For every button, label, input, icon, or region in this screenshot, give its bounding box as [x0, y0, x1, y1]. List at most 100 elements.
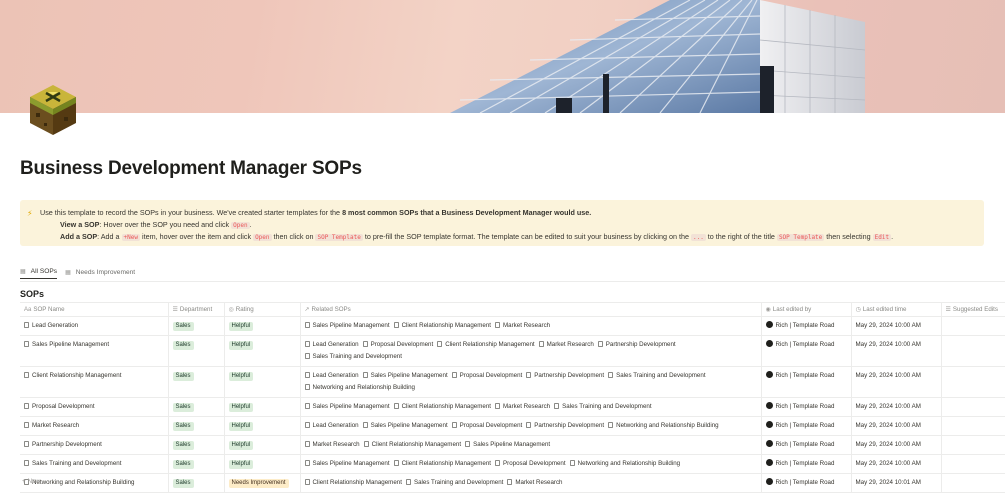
- cell-related[interactable]: Lead Generation Sales Pipeline Management…: [299, 416, 761, 436]
- cell-edited-time[interactable]: May 29, 2024 10:01 AM: [850, 473, 941, 493]
- cell-department[interactable]: Sales: [167, 473, 224, 493]
- related-sop-link[interactable]: Partnership Development: [526, 370, 604, 382]
- related-sop-link[interactable]: Proposal Development: [451, 370, 522, 382]
- related-sop-link[interactable]: Client Relationship Management: [393, 320, 491, 332]
- related-sop-link[interactable]: Market Research: [495, 320, 550, 332]
- cell-edited-time[interactable]: May 29, 2024 10:00 AM: [850, 335, 941, 367]
- related-sop-link[interactable]: Partnership Development: [526, 420, 604, 432]
- cell-rating[interactable]: Helpful: [223, 366, 300, 398]
- related-sop-link[interactable]: Sales Training and Development: [608, 370, 706, 382]
- cell-rating[interactable]: Helpful: [223, 335, 300, 367]
- related-sop-link[interactable]: Market Research: [495, 401, 550, 413]
- cell-suggested[interactable]: [940, 397, 1005, 417]
- cell-edited-by[interactable]: Rich | Template Road: [760, 397, 851, 417]
- cell-rating[interactable]: Needs Improvement: [223, 473, 300, 493]
- cell-suggested[interactable]: [940, 454, 1005, 474]
- cell-suggested[interactable]: [940, 335, 1005, 367]
- cell-edited-by[interactable]: Rich | Template Road: [760, 454, 851, 474]
- related-sop-link[interactable]: Sales Pipeline Management: [304, 458, 390, 470]
- column-header-rating[interactable]: ◎ Rating: [223, 302, 300, 317]
- related-sop-link[interactable]: Client Relationship Management: [437, 339, 535, 351]
- related-sop-link[interactable]: Sales Pipeline Management: [362, 420, 448, 432]
- tab-all-sops[interactable]: ▦ All SOPs: [20, 268, 58, 279]
- cell-related[interactable]: Market Research Client Relationship Manag…: [299, 435, 761, 455]
- column-header-edited-time[interactable]: ◷ Last edited time: [850, 302, 941, 317]
- cell-edited-by[interactable]: Rich | Template Road: [760, 335, 851, 367]
- cell-edited-time[interactable]: May 29, 2024 10:00 AM: [850, 416, 941, 436]
- cell-name[interactable]: Sales Training and Development: [20, 454, 168, 474]
- cell-edited-time[interactable]: May 29, 2024 10:00 AM: [850, 454, 941, 474]
- related-sop-link[interactable]: Client Relationship Management: [393, 458, 491, 470]
- cell-edited-by[interactable]: Rich | Template Road: [760, 473, 851, 493]
- table-row[interactable]: Proposal Development Sales Helpful Sales Pi…: [20, 397, 1005, 417]
- tab-needs-improvement[interactable]: ▦ Needs Improvement: [65, 268, 135, 279]
- related-sop-link[interactable]: Proposal Development: [495, 458, 566, 470]
- related-sop-link[interactable]: Partnership Development: [597, 339, 676, 351]
- table-row[interactable]: Networking and Relationship Building Sale…: [20, 473, 1005, 493]
- cell-department[interactable]: Sales: [167, 397, 224, 417]
- cell-suggested[interactable]: [940, 366, 1005, 398]
- table-row[interactable]: Market Research Sales Helpful Lead Generati…: [20, 416, 1005, 436]
- page-cover[interactable]: [0, 0, 1005, 113]
- cell-name[interactable]: Partnership Development: [20, 435, 168, 455]
- cell-edited-by[interactable]: Rich | Template Road: [760, 435, 851, 455]
- column-header-related[interactable]: ↗ Related SOPs: [299, 302, 761, 317]
- related-sop-link[interactable]: Client Relationship Management: [304, 477, 402, 489]
- column-header-edited-by[interactable]: ◉ Last edited by: [760, 302, 851, 317]
- related-sop-link[interactable]: Sales Pipeline Management: [362, 370, 448, 382]
- cell-suggested[interactable]: [940, 416, 1005, 436]
- related-sop-link[interactable]: Market Research: [304, 439, 360, 451]
- database-title[interactable]: SOPs: [20, 289, 44, 299]
- cell-edited-by[interactable]: Rich | Template Road: [760, 316, 851, 336]
- cell-related[interactable]: Sales Pipeline Management Client Relation…: [299, 397, 761, 417]
- table-row[interactable]: Sales Pipeline Management Sales Helpful Lea…: [20, 335, 1005, 367]
- related-sop-link[interactable]: Client Relationship Management: [363, 439, 461, 451]
- cell-edited-time[interactable]: May 29, 2024 10:00 AM: [850, 397, 941, 417]
- related-sop-link[interactable]: Lead Generation: [304, 420, 359, 432]
- cell-rating[interactable]: Helpful: [223, 316, 300, 336]
- related-sop-link[interactable]: Sales Training and Development: [304, 351, 402, 363]
- cell-suggested[interactable]: [940, 473, 1005, 493]
- related-sop-link[interactable]: Market Research: [538, 339, 594, 351]
- related-sop-link[interactable]: Networking and Relationship Building: [608, 420, 719, 432]
- cell-department[interactable]: Sales: [167, 335, 224, 367]
- cell-edited-by[interactable]: Rich | Template Road: [760, 416, 851, 436]
- cell-department[interactable]: Sales: [167, 435, 224, 455]
- cell-name[interactable]: Proposal Development: [20, 397, 168, 417]
- new-row-button[interactable]: + New: [22, 478, 40, 485]
- related-sop-link[interactable]: Market Research: [507, 477, 563, 489]
- cell-edited-by[interactable]: Rich | Template Road: [760, 366, 851, 398]
- table-row[interactable]: Lead Generation Sales Helpful Sales Pipelin…: [20, 316, 1005, 336]
- cell-edited-time[interactable]: May 29, 2024 10:00 AM: [850, 435, 941, 455]
- cell-name[interactable]: Lead Generation: [20, 316, 168, 336]
- cell-name[interactable]: Sales Pipeline Management: [20, 335, 168, 367]
- cell-rating[interactable]: Helpful: [223, 397, 300, 417]
- cell-department[interactable]: Sales: [167, 366, 224, 398]
- related-sop-link[interactable]: Lead Generation: [304, 370, 359, 382]
- table-row[interactable]: Sales Training and Development Sales Helpf…: [20, 454, 1005, 474]
- related-sop-link[interactable]: Networking and Relationship Building: [304, 382, 415, 394]
- cell-department[interactable]: Sales: [167, 454, 224, 474]
- cell-edited-time[interactable]: May 29, 2024 10:00 AM: [850, 366, 941, 398]
- related-sop-link[interactable]: Sales Pipeline Management: [304, 320, 390, 332]
- related-sop-link[interactable]: Networking and Relationship Building: [569, 458, 680, 470]
- cell-related[interactable]: Sales Pipeline Management Client Relation…: [299, 316, 761, 336]
- column-header-name[interactable]: Aa SOP Name: [20, 302, 168, 317]
- related-sop-link[interactable]: Proposal Development: [451, 420, 522, 432]
- cell-department[interactable]: Sales: [167, 416, 224, 436]
- cell-rating[interactable]: Helpful: [223, 435, 300, 455]
- column-header-suggested[interactable]: ☰ Suggested Edits: [940, 302, 1005, 317]
- minecraft-block-icon[interactable]: [26, 83, 80, 137]
- related-sop-link[interactable]: Proposal Development: [362, 339, 433, 351]
- cell-related[interactable]: Sales Pipeline Management Client Relation…: [299, 454, 761, 474]
- cell-related[interactable]: Client Relationship Management Sales Trai…: [299, 473, 761, 493]
- related-sop-link[interactable]: Sales Training and Development: [405, 477, 503, 489]
- cell-department[interactable]: Sales: [167, 316, 224, 336]
- related-sop-link[interactable]: Sales Pipeline Management: [465, 439, 550, 451]
- related-sop-link[interactable]: Sales Training and Development: [554, 401, 652, 413]
- cell-name[interactable]: Market Research: [20, 416, 168, 436]
- cell-rating[interactable]: Helpful: [223, 454, 300, 474]
- cell-rating[interactable]: Helpful: [223, 416, 300, 436]
- cell-name[interactable]: Client Relationship Management: [20, 366, 168, 398]
- column-header-department[interactable]: ☰ Department: [167, 302, 224, 317]
